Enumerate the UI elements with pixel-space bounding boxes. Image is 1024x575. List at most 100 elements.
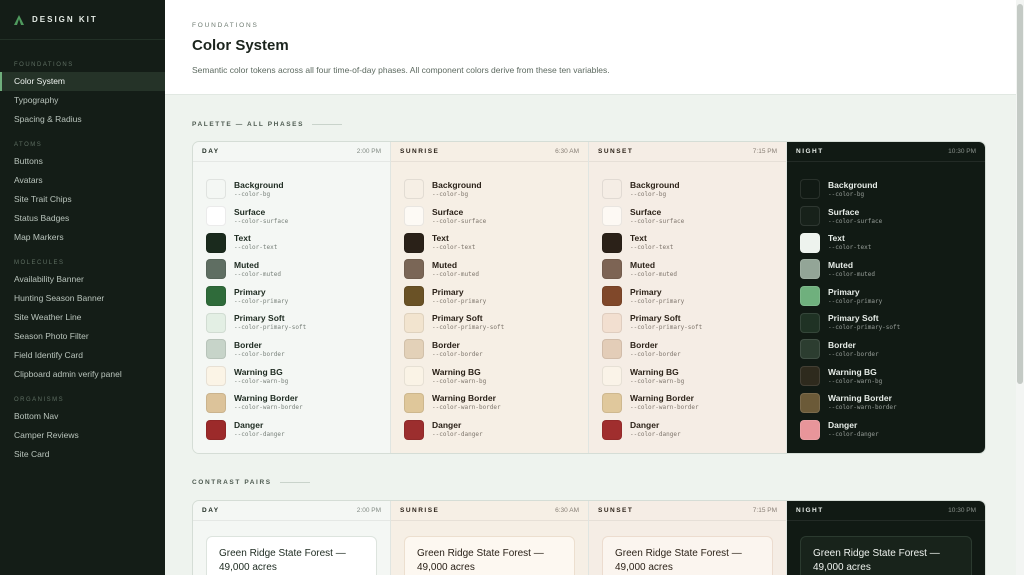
color-swatch: [602, 366, 622, 387]
token-variable: --color-bg: [432, 190, 469, 198]
token-name: Primary: [828, 286, 860, 297]
token-name: Warning Border: [234, 393, 298, 404]
color-token: Danger --color-danger: [602, 416, 786, 443]
color-swatch: [800, 179, 820, 200]
scrollbar-thumb[interactable]: [1017, 4, 1023, 384]
token-variable: --color-surface: [630, 217, 685, 225]
nav-item-site-card[interactable]: Site Card: [0, 445, 165, 464]
token-variable: --color-primary: [234, 297, 289, 305]
color-token: Text --color-text: [206, 229, 390, 256]
token-name: Warning BG: [432, 366, 481, 377]
color-token: Danger --color-danger: [404, 416, 588, 443]
phase-name: SUNRISE: [400, 506, 440, 514]
token-name: Muted: [234, 259, 260, 270]
nav-item-status-badges[interactable]: Status Badges: [0, 209, 165, 228]
color-swatch: [404, 206, 424, 227]
color-token: Border --color-border: [404, 336, 588, 363]
color-swatch: [800, 339, 820, 360]
token-variable: --color-primary: [630, 297, 685, 305]
token-name: Background: [432, 179, 482, 190]
color-swatch: [404, 286, 424, 307]
color-token: Warning BG --color-warn-bg: [404, 363, 588, 390]
token-list: Background --color-bg Surface --color-surfa…: [193, 162, 390, 453]
nav-item-buttons[interactable]: Buttons: [0, 152, 165, 171]
color-token: Background --color-bg: [404, 176, 588, 203]
phase-column-sunrise: SUNRISE 6:30 AM Background --color-bg Surfac…: [391, 142, 589, 453]
color-swatch: [602, 339, 622, 360]
color-token: Danger --color-danger: [206, 416, 390, 443]
token-name: Primary Soft: [828, 313, 879, 324]
token-variable: --color-text: [630, 244, 674, 252]
contrast-sample-card: Green Ridge State Forest — 49,000 acres: [602, 535, 773, 575]
phase-name: NIGHT: [796, 506, 824, 514]
phase-time: 6:30 AM: [555, 506, 579, 514]
token-variable: --color-muted: [432, 270, 479, 278]
contrast-column-day: DAY 2:00 PM Green Ridge State Forest — 49,…: [193, 500, 391, 575]
token-variable: --color-border: [828, 350, 879, 358]
phase-name: SUNSET: [598, 506, 634, 514]
tent-logo-icon: [14, 14, 24, 25]
token-variable: --color-primary-soft: [828, 324, 901, 332]
nav-item-availability-banner[interactable]: Availability Banner: [0, 270, 165, 289]
phase-header: SUNRISE 6:30 AM: [391, 142, 588, 162]
color-swatch: [206, 232, 226, 253]
color-swatch: [800, 419, 820, 440]
color-swatch: [404, 179, 424, 200]
token-name: Primary: [630, 286, 662, 297]
color-token: Warning BG --color-warn-bg: [602, 363, 786, 390]
color-token: Muted --color-muted: [800, 256, 985, 283]
color-swatch: [206, 286, 226, 307]
page-subtitle: Semantic color tokens across all four ti…: [192, 65, 610, 75]
nav-item-hunting-season-banner[interactable]: Hunting Season Banner: [0, 289, 165, 308]
phase-time: 10:30 PM: [948, 148, 976, 155]
token-name: Primary Soft: [432, 313, 483, 324]
token-name: Warning BG: [234, 366, 283, 377]
color-token: Surface --color-surface: [206, 203, 390, 230]
nav-item-bottom-nav[interactable]: Bottom Nav: [0, 407, 165, 426]
color-token: Primary --color-primary: [404, 283, 588, 310]
nav-item-color-system[interactable]: Color System: [0, 72, 165, 92]
color-token: Muted --color-muted: [206, 256, 390, 283]
nav-item-spacing-radius[interactable]: Spacing & Radius: [0, 110, 165, 129]
token-variable: --color-text: [828, 244, 872, 252]
token-name: Primary: [432, 286, 464, 297]
nav-item-map-markers[interactable]: Map Markers: [0, 228, 165, 247]
token-name: Warning BG: [630, 366, 679, 377]
contrast-column-sunset: SUNSET 7:15 PM Green Ridge State Forest — …: [589, 500, 787, 575]
nav-item-typography[interactable]: Typography: [0, 91, 165, 110]
token-list: Background --color-bg Surface --color-surfa…: [589, 162, 786, 453]
brand[interactable]: DESIGN KIT: [0, 0, 165, 40]
nav-item-field-identify-card[interactable]: Field Identify Card: [0, 346, 165, 365]
contrast-column-sunrise: SUNRISE 6:30 AM Green Ridge State Forest —…: [391, 500, 589, 575]
token-variable: --color-border: [234, 350, 285, 358]
color-swatch: [206, 206, 226, 227]
token-name: Border: [630, 339, 658, 350]
color-swatch: [206, 366, 226, 387]
nav-item-site-trait-chips[interactable]: Site Trait Chips: [0, 190, 165, 209]
page-title: Color System: [192, 37, 289, 54]
token-variable: --color-bg: [828, 190, 865, 198]
token-variable: --color-primary-soft: [630, 324, 703, 332]
token-name: Border: [432, 339, 460, 350]
nav-item-season-photo-filter[interactable]: Season Photo Filter: [0, 327, 165, 346]
contrast-column-night: NIGHT 10:30 PM Green Ridge State Forest — …: [787, 500, 985, 575]
color-token: Text --color-text: [602, 229, 786, 256]
nav-section-title: FOUNDATIONS: [14, 62, 74, 68]
nav-item-site-weather-line[interactable]: Site Weather Line: [0, 308, 165, 327]
scrollbar[interactable]: [1016, 0, 1024, 575]
nav-item-camper-reviews[interactable]: Camper Reviews: [0, 426, 165, 445]
color-swatch: [206, 339, 226, 360]
phase-time: 7:15 PM: [752, 506, 777, 514]
token-variable: --color-warn-bg: [432, 377, 487, 385]
token-variable: --color-surface: [828, 217, 883, 225]
color-swatch: [602, 392, 622, 413]
token-name: Primary Soft: [234, 313, 285, 324]
token-variable: --color-text: [234, 244, 278, 252]
nav-item-clipboard-admin-verify-panel[interactable]: Clipboard admin verify panel: [0, 365, 165, 384]
color-token: Surface --color-surface: [800, 203, 985, 230]
phase-name: NIGHT: [796, 148, 824, 155]
nav-item-avatars[interactable]: Avatars: [0, 171, 165, 190]
color-swatch: [206, 419, 226, 440]
color-swatch: [800, 206, 820, 227]
token-name: Surface: [828, 206, 860, 217]
